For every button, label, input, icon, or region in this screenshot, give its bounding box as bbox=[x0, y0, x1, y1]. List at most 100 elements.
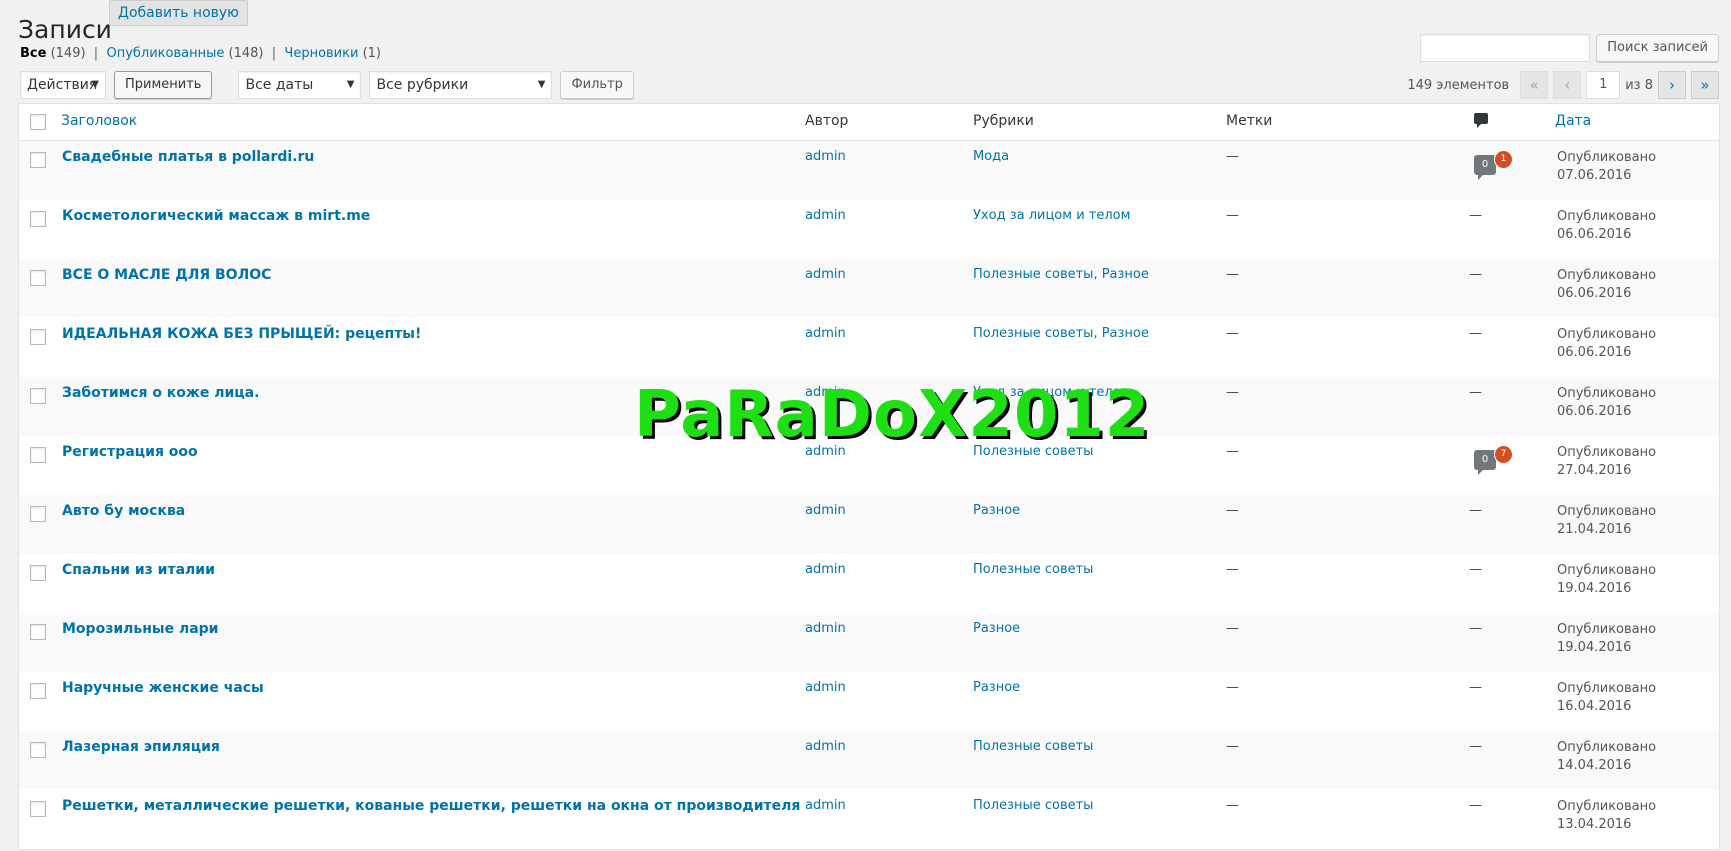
post-tags: — bbox=[1226, 621, 1239, 636]
post-author-link[interactable]: admin bbox=[805, 739, 846, 754]
post-author-link[interactable]: admin bbox=[805, 503, 846, 518]
post-author-link[interactable]: admin bbox=[805, 798, 846, 813]
post-title-link[interactable]: Наручные женские часы bbox=[62, 680, 264, 696]
row-checkbox[interactable] bbox=[30, 329, 46, 345]
post-categories-link[interactable]: Разное bbox=[973, 621, 1020, 636]
row-checkbox[interactable] bbox=[30, 624, 46, 640]
next-page-button[interactable]: › bbox=[1658, 71, 1686, 99]
view-published[interactable]: Опубликованные (148) bbox=[106, 46, 263, 61]
row-checkbox[interactable] bbox=[30, 801, 46, 817]
items-count: 149 элементов bbox=[1407, 77, 1510, 93]
column-title-sort[interactable]: Заголовок bbox=[61, 113, 137, 129]
row-checkbox[interactable] bbox=[30, 211, 46, 227]
post-tags: — bbox=[1226, 385, 1239, 400]
table-row: ВСЕ О МАСЛЕ ДЛЯ ВОЛОС admin Полезные сов… bbox=[19, 259, 1719, 318]
approved-comments-count[interactable]: 0 bbox=[1474, 155, 1496, 180]
post-author-link[interactable]: admin bbox=[805, 326, 846, 341]
post-title-link[interactable]: Заботимся о коже лица. bbox=[62, 385, 259, 401]
approved-comments-count[interactable]: 0 bbox=[1474, 450, 1496, 475]
category-filter-select[interactable]: Все рубрики ▼ bbox=[369, 71, 553, 99]
apply-button[interactable]: Применить bbox=[114, 71, 213, 99]
table-row: Свадебные платья в pollardi.ru admin Мод… bbox=[19, 141, 1719, 200]
post-date: Опубликовано 19.04.2016 bbox=[1557, 563, 1657, 596]
post-date: Опубликовано 06.06.2016 bbox=[1557, 327, 1657, 360]
total-pages: из 8 bbox=[1625, 77, 1653, 93]
current-page-input[interactable]: 1 bbox=[1586, 71, 1621, 99]
post-date: Опубликовано 21.04.2016 bbox=[1557, 504, 1657, 537]
post-tags: — bbox=[1226, 326, 1239, 341]
post-title-link[interactable]: ИДЕАЛЬНАЯ КОЖА БЕЗ ПРЫЩЕЙ: рецепты! bbox=[62, 326, 421, 342]
table-row: Решетки, металлические решетки, кованые … bbox=[19, 790, 1719, 849]
comments-icon[interactable] bbox=[1474, 113, 1488, 128]
row-checkbox[interactable] bbox=[30, 270, 46, 286]
select-all-checkbox[interactable] bbox=[30, 114, 46, 130]
post-title-link[interactable]: Лазерная эпиляция bbox=[62, 739, 220, 755]
dropdown-arrow-icon: ▼ bbox=[537, 79, 546, 90]
post-author-link[interactable]: admin bbox=[805, 562, 846, 577]
post-categories-link[interactable]: Разное bbox=[973, 680, 1020, 695]
post-author-link[interactable]: admin bbox=[805, 149, 846, 164]
date-filter-select[interactable]: Все даты ▼ bbox=[238, 71, 362, 99]
row-checkbox[interactable] bbox=[30, 742, 46, 758]
post-tags: — bbox=[1226, 149, 1239, 164]
column-date-sort[interactable]: Дата bbox=[1555, 113, 1591, 129]
first-page-button: « bbox=[1520, 71, 1549, 99]
post-author-link[interactable]: admin bbox=[805, 267, 846, 282]
page-title: Записи bbox=[18, 14, 112, 44]
post-date: Опубликовано 19.04.2016 bbox=[1557, 622, 1657, 655]
post-date: Опубликовано 14.04.2016 bbox=[1557, 740, 1657, 773]
post-categories-link[interactable]: Полезные советы, Разное bbox=[973, 267, 1149, 282]
bulk-action-select[interactable]: Действия ▼ bbox=[20, 71, 106, 99]
table-row: Спальни из италии admin Полезные советы … bbox=[19, 554, 1719, 613]
view-filters: Все (149) | Опубликованные (148) | Черно… bbox=[20, 46, 381, 61]
post-categories-link[interactable]: Полезные советы, Разное bbox=[973, 326, 1149, 341]
post-title-link[interactable]: Морозильные лари bbox=[62, 621, 218, 637]
post-title-link[interactable]: Решетки, металлические решетки, кованые … bbox=[62, 798, 800, 814]
post-categories-link[interactable]: Уход за лицом и телом bbox=[973, 208, 1130, 223]
post-title-link[interactable]: Спальни из италии bbox=[62, 562, 215, 578]
post-tags: — bbox=[1226, 739, 1239, 754]
post-date: Опубликовано 27.04.2016 bbox=[1557, 445, 1657, 478]
post-title-link[interactable]: ВСЕ О МАСЛЕ ДЛЯ ВОЛОС bbox=[62, 267, 271, 283]
post-title-link[interactable]: Регистрация ооо bbox=[62, 444, 198, 460]
pending-comments-badge[interactable]: 1 bbox=[1494, 150, 1513, 169]
table-row: Авто бу москва admin Разное — — Опублико… bbox=[19, 495, 1719, 554]
search-input[interactable] bbox=[1420, 34, 1591, 62]
column-author: Автор bbox=[805, 113, 849, 129]
posts-table: Заголовок Автор Рубрики Метки Дата Сваде… bbox=[18, 103, 1720, 850]
pending-comments-badge[interactable]: 7 bbox=[1494, 445, 1513, 464]
post-author-link[interactable]: admin bbox=[805, 680, 846, 695]
post-date: Опубликовано 06.06.2016 bbox=[1557, 386, 1657, 419]
tablenav-top: Действия ▼ Применить Все даты ▼ Все рубрик… bbox=[20, 71, 634, 99]
post-author-link[interactable]: admin bbox=[805, 621, 846, 636]
last-page-button[interactable]: » bbox=[1691, 71, 1719, 99]
post-categories-link[interactable]: Полезные советы bbox=[973, 562, 1093, 577]
view-drafts[interactable]: Черновики (1) bbox=[284, 46, 381, 61]
post-categories-link[interactable]: Полезные советы bbox=[973, 739, 1093, 754]
post-categories-link[interactable]: Разное bbox=[973, 503, 1020, 518]
filter-button[interactable]: Фильтр bbox=[560, 71, 634, 99]
comments-empty: — bbox=[1469, 621, 1482, 636]
comments-empty: — bbox=[1469, 739, 1482, 754]
column-tags: Метки bbox=[1226, 113, 1273, 129]
add-new-button[interactable]: Добавить новую bbox=[109, 0, 248, 26]
post-author-link[interactable]: admin bbox=[805, 208, 846, 223]
post-title-link[interactable]: Косметологический массаж в mirt.me bbox=[62, 208, 370, 224]
post-title-link[interactable]: Авто бу москва bbox=[62, 503, 185, 519]
row-checkbox[interactable] bbox=[30, 506, 46, 522]
view-all[interactable]: Все (149) bbox=[20, 46, 86, 61]
watermark-text: PaRaDoX2012 bbox=[634, 378, 1151, 452]
comments-empty: — bbox=[1469, 680, 1482, 695]
post-date: Опубликовано 06.06.2016 bbox=[1557, 268, 1657, 301]
search-button[interactable]: Поиск записей bbox=[1596, 34, 1719, 62]
row-checkbox[interactable] bbox=[30, 565, 46, 581]
row-checkbox[interactable] bbox=[30, 683, 46, 699]
post-title-link[interactable]: Свадебные платья в pollardi.ru bbox=[62, 149, 314, 165]
row-checkbox[interactable] bbox=[30, 388, 46, 404]
post-categories-link[interactable]: Мода bbox=[973, 149, 1009, 164]
row-checkbox[interactable] bbox=[30, 447, 46, 463]
row-checkbox[interactable] bbox=[30, 152, 46, 168]
table-header: Заголовок Автор Рубрики Метки Дата bbox=[19, 104, 1719, 141]
post-tags: — bbox=[1226, 444, 1239, 459]
post-categories-link[interactable]: Полезные советы bbox=[973, 798, 1093, 813]
